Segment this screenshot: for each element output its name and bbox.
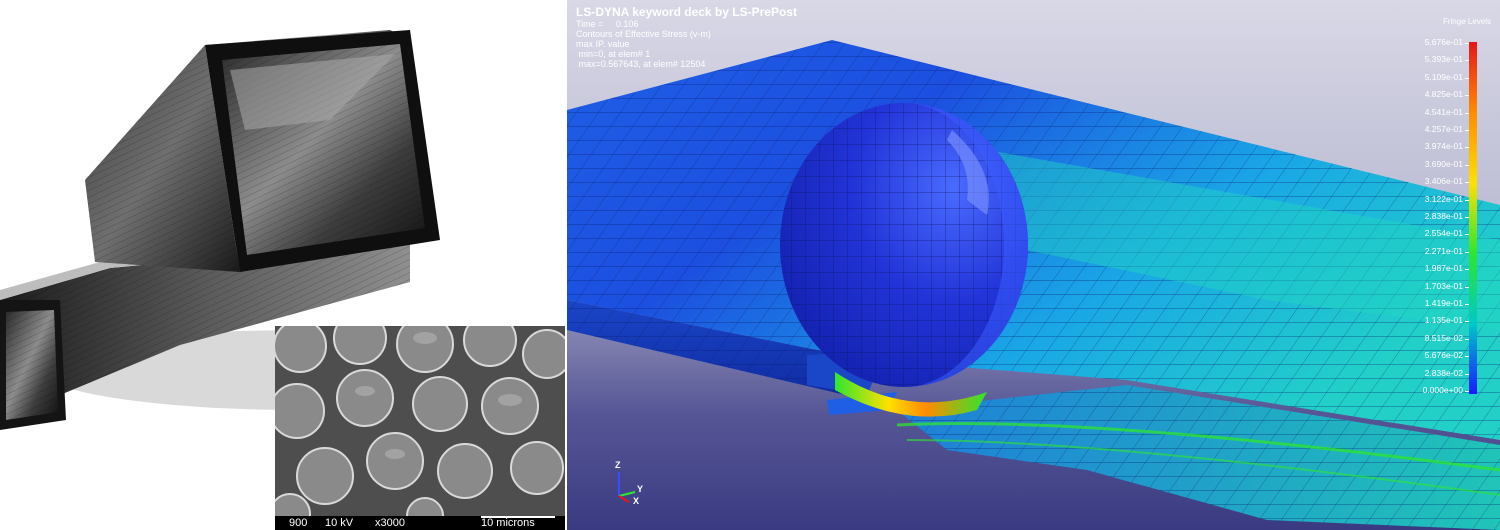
fringe-tick [1465,338,1469,340]
fea-max-line: max=0.567643, at elem# 12504 [576,59,706,69]
sem-scale-bar [481,516,555,518]
fringe-tick [1465,95,1469,97]
fringe-tick [1465,147,1469,149]
fringe-level-label: 3.122e-01 [1424,193,1463,204]
fringe-level-label: 2.271e-01 [1424,245,1463,256]
fringe-tick [1465,77,1469,79]
fringe-level-label: 2.838e-01 [1424,211,1463,221]
fea-info-header: LS-DYNA keyword deck by LS-PrePost Time … [576,5,797,70]
sem-id-label: 900 [289,517,308,529]
fringe-level-label: 3.406e-01 [1424,176,1463,187]
fringe-tick [1465,112,1469,114]
fringe-tick [1465,356,1469,358]
fringe-tick [1465,269,1469,271]
fea-contours-line: Contours of Effective Stress (v-m) [576,29,711,39]
fringe-tick [1465,234,1469,236]
fea-title: LS-DYNA keyword deck by LS-PrePost [576,5,797,19]
axis-x-label: X [633,496,640,506]
fringe-level-label: 4.541e-01 [1424,106,1463,117]
fringe-level-label: 5.676e-01 [1424,37,1463,47]
fringe-tick [1465,43,1469,44]
sem-micrograph-inset: 900 10 kV x3000 10 microns [275,326,565,530]
fringe-level-label: 4.257e-01 [1424,124,1463,134]
fringe-level-label: 2.838e-02 [1424,367,1463,378]
fringe-level-label: 5.393e-01 [1424,54,1463,65]
fringe-tick [1465,286,1469,288]
fringe-level-label: 3.690e-01 [1424,158,1463,169]
fringe-level-label: 5.109e-01 [1424,71,1463,82]
fringe-legend: Fringe Levels 5.676e-01 5.393e-01 5.109e-0… [1403,14,1499,395]
fringe-tick [1465,199,1469,201]
fringe-tick [1465,304,1469,305]
fringe-tick [1465,60,1469,62]
fringe-tick [1465,373,1469,375]
fibre-cross-section-illustration [275,326,565,516]
fringe-tick [1465,182,1469,184]
axis-y-label: Y [637,484,644,494]
fringe-color-bar [1469,42,1477,394]
carbon-tube-photo: 900 10 kV x3000 10 microns [0,0,565,530]
fringe-tick [1465,391,1469,392]
fringe-tick [1465,251,1469,253]
fringe-tick [1465,130,1469,131]
fea-time-line: Time = 0.106 [576,19,639,29]
fringe-title: Fringe Levels [1442,17,1491,26]
sem-caption-bar: 900 10 kV x3000 10 microns [275,516,565,530]
axis-z-label: Z [615,460,621,470]
fringe-level-label: 1.135e-01 [1424,315,1463,326]
fea-value-line: max IP. value [576,39,630,49]
sem-zoom-label: x3000 [375,517,405,529]
fringe-level-label: 5.676e-02 [1424,350,1463,361]
fringe-level-label: 2.554e-01 [1424,228,1463,239]
fringe-level-label: 4.825e-01 [1424,89,1463,100]
fringe-level-label: 8.515e-02 [1424,332,1463,343]
fringe-tick [1465,164,1469,166]
fea-render-panel: LS-DYNA keyword deck by LS-PrePost Time … [567,0,1500,530]
sem-voltage-label: 10 kV [325,517,354,529]
fea-scene-illustration [567,40,1500,530]
fringe-level-label: 0.000e+00 [1422,385,1463,395]
fringe-level-label: 1.419e-01 [1424,298,1463,308]
fringe-tick [1465,217,1469,218]
fea-min-line: min=0, at elem# 1 [576,49,651,59]
fringe-level-label: 1.987e-01 [1424,263,1463,274]
fringe-tick [1465,321,1469,323]
sem-scale-label: 10 microns [481,517,535,529]
fringe-level-label: 1.703e-01 [1424,280,1463,291]
fringe-level-label: 3.974e-01 [1424,141,1463,152]
axis-triad: Z Y X [607,458,657,508]
